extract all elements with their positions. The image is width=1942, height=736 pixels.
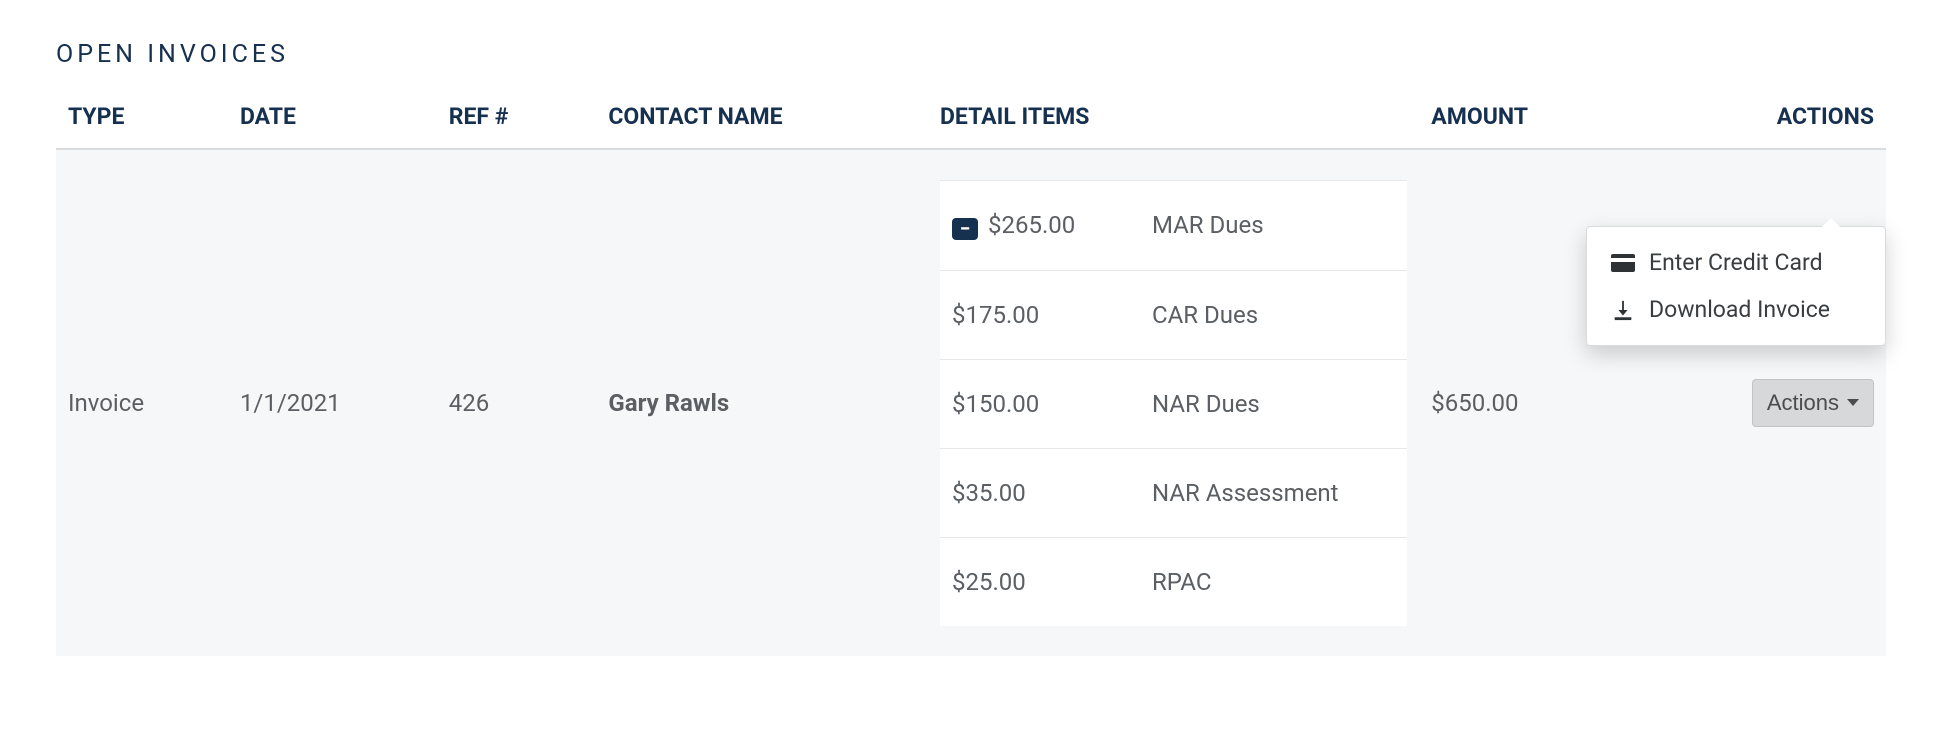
- col-header-contact: CONTACT NAME: [596, 93, 928, 149]
- detail-item-row: $150.00 NAR Dues: [940, 359, 1407, 448]
- table-header-row: TYPE DATE REF # CONTACT NAME DETAIL ITEM…: [56, 93, 1886, 149]
- detail-desc: RPAC: [1140, 537, 1407, 626]
- detail-items-table: $265.00 MAR Dues $175.00 CAR Dues $150.0…: [940, 180, 1407, 626]
- dropdown-item-label: Download Invoice: [1649, 296, 1830, 323]
- download-icon: [1611, 299, 1635, 321]
- detail-desc: NAR Assessment: [1140, 448, 1407, 537]
- credit-card-icon: [1611, 252, 1635, 274]
- cell-date: 1/1/2021: [228, 149, 437, 656]
- detail-item-row: $25.00 RPAC: [940, 537, 1407, 626]
- actions-button[interactable]: Actions: [1752, 379, 1874, 427]
- detail-desc: NAR Dues: [1140, 359, 1407, 448]
- col-header-ref: REF #: [437, 93, 597, 149]
- download-invoice-item[interactable]: Download Invoice: [1587, 286, 1885, 333]
- invoices-table: TYPE DATE REF # CONTACT NAME DETAIL ITEM…: [56, 93, 1886, 656]
- cell-amount: $650.00: [1419, 149, 1689, 656]
- col-header-type: TYPE: [56, 93, 228, 149]
- cell-contact: Gary Rawls: [596, 149, 928, 656]
- col-header-actions: ACTIONS: [1689, 93, 1886, 149]
- table-row: Invoice 1/1/2021 426 Gary Rawls $265.00 …: [56, 149, 1886, 656]
- collapse-icon[interactable]: [952, 218, 978, 240]
- detail-item-row: $35.00 NAR Assessment: [940, 448, 1407, 537]
- detail-item-row: $265.00 MAR Dues: [940, 181, 1407, 271]
- cell-detail: $265.00 MAR Dues $175.00 CAR Dues $150.0…: [928, 149, 1419, 656]
- detail-price-value: $265.00: [988, 211, 1075, 239]
- detail-price: $35.00: [940, 448, 1140, 537]
- dropdown-item-label: Enter Credit Card: [1649, 249, 1823, 276]
- cell-type: Invoice: [56, 149, 228, 656]
- detail-price: $175.00: [940, 270, 1140, 359]
- col-header-detail: DETAIL ITEMS: [928, 93, 1419, 149]
- detail-price: $25.00: [940, 537, 1140, 626]
- section-title: OPEN INVOICES: [56, 40, 1886, 69]
- cell-ref: 426: [437, 149, 597, 656]
- detail-price: $150.00: [940, 359, 1140, 448]
- detail-item-row: $175.00 CAR Dues: [940, 270, 1407, 359]
- cell-actions: Actions Enter Credit Card Download Invoi…: [1689, 149, 1886, 656]
- enter-credit-card-item[interactable]: Enter Credit Card: [1587, 239, 1885, 286]
- col-header-amount: AMOUNT: [1419, 93, 1689, 149]
- chevron-down-icon: [1847, 399, 1859, 406]
- col-header-date: DATE: [228, 93, 437, 149]
- detail-price: $265.00: [940, 181, 1140, 271]
- detail-desc: MAR Dues: [1140, 181, 1407, 271]
- actions-button-label: Actions: [1767, 390, 1839, 416]
- detail-desc: CAR Dues: [1140, 270, 1407, 359]
- actions-dropdown: Enter Credit Card Download Invoice: [1586, 226, 1886, 346]
